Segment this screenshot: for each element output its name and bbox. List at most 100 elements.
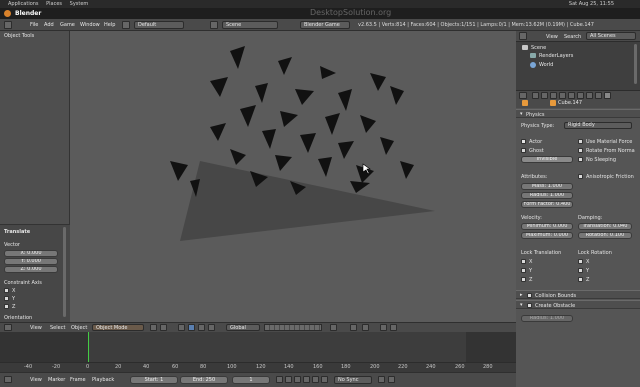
translate-z-field[interactable]: Z: 0.000 xyxy=(4,266,58,273)
end-frame-field[interactable]: End: 250 xyxy=(180,376,228,384)
menu-add[interactable]: Add xyxy=(44,22,54,28)
outliner-scrollbar[interactable] xyxy=(634,44,637,84)
jump-start-icon[interactable] xyxy=(276,376,283,383)
orientation-select[interactable]: Global xyxy=(226,324,260,331)
panel-scrollbar[interactable] xyxy=(63,227,66,317)
menu-view[interactable]: View xyxy=(30,377,42,383)
properties-editor-icon[interactable] xyxy=(519,92,527,99)
object-tab-icon[interactable] xyxy=(559,92,566,99)
outliner-filter-select[interactable]: All Scenes xyxy=(586,32,636,40)
3d-view-editor-icon[interactable] xyxy=(4,324,12,331)
opengl-render-icon[interactable] xyxy=(380,324,387,331)
velocity-maximum-field[interactable]: Maximum: 0.000 xyxy=(521,232,573,239)
menu-frame[interactable]: Frame xyxy=(70,377,86,383)
actor-checkbox[interactable] xyxy=(521,139,526,144)
lock-rotation-z-checkbox[interactable] xyxy=(578,277,583,282)
mode-select[interactable]: Object Mode xyxy=(92,324,144,331)
places-menu[interactable]: Places xyxy=(46,1,62,7)
snap-target-icon[interactable] xyxy=(362,324,369,331)
menu-view[interactable]: View xyxy=(30,325,42,331)
menu-playback[interactable]: Playback xyxy=(92,377,114,383)
translate-manipulator-icon[interactable] xyxy=(188,324,195,331)
physics-type-select[interactable]: Rigid Body xyxy=(564,122,632,129)
system-menu[interactable]: System xyxy=(70,1,89,7)
sync-select[interactable]: No Sync xyxy=(334,376,372,384)
rotate-manipulator-icon[interactable] xyxy=(198,324,205,331)
menu-select[interactable]: Select xyxy=(50,325,65,331)
play-icon[interactable] xyxy=(303,376,310,383)
world-tab-icon[interactable] xyxy=(550,92,557,99)
lock-translation-y-checkbox[interactable] xyxy=(521,268,526,273)
create-obstacle-panel-header[interactable]: ▾ Create Obstacle xyxy=(516,300,640,309)
jump-end-icon[interactable] xyxy=(321,376,328,383)
editor-type-icon[interactable] xyxy=(4,21,12,29)
outliner-editor-icon[interactable] xyxy=(519,32,527,40)
menu-marker[interactable]: Marker xyxy=(48,377,65,383)
menu-game[interactable]: Game xyxy=(60,22,75,28)
anisotropic-friction-checkbox[interactable] xyxy=(578,174,583,179)
3d-viewport[interactable] xyxy=(70,31,516,322)
create-obstacle-checkbox[interactable] xyxy=(527,303,532,308)
collision-bounds-panel-header[interactable]: ▸ Collision Bounds xyxy=(516,290,640,299)
record-icon[interactable] xyxy=(388,376,395,383)
shading-icon[interactable] xyxy=(150,324,157,331)
screen-layout-icon[interactable] xyxy=(122,21,130,29)
opengl-anim-icon[interactable] xyxy=(390,324,397,331)
render-tab-icon[interactable] xyxy=(532,92,539,99)
physics-panel-header[interactable]: ▾ Physics xyxy=(516,109,640,118)
mass-field[interactable]: Mass: 1.000 xyxy=(521,183,573,190)
form-factor-field[interactable]: Form Factor: 0.400 xyxy=(521,201,573,208)
translate-y-field[interactable]: Y: 0.000 xyxy=(4,258,58,265)
lock-rotation-x-checkbox[interactable] xyxy=(578,259,583,264)
layer-buttons[interactable] xyxy=(264,324,322,331)
current-frame-field[interactable]: 1 xyxy=(232,376,270,384)
outliner-menu-search[interactable]: Search xyxy=(564,34,581,40)
scene-icon[interactable] xyxy=(210,21,218,29)
prev-keyframe-icon[interactable] xyxy=(285,376,292,383)
ghost-checkbox[interactable] xyxy=(521,148,526,153)
object-tools-header[interactable]: Object Tools xyxy=(4,33,34,39)
scale-manipulator-icon[interactable] xyxy=(208,324,215,331)
physics-tab-icon[interactable] xyxy=(604,92,611,99)
snap-icon[interactable] xyxy=(350,324,357,331)
velocity-minimum-field[interactable]: Minimum: 0.000 xyxy=(521,223,573,230)
pivot-icon[interactable] xyxy=(160,324,167,331)
data-tab-icon[interactable] xyxy=(586,92,593,99)
screen-layout-select[interactable]: Default xyxy=(134,21,184,29)
lock-translation-z-checkbox[interactable] xyxy=(521,277,526,282)
outliner-menu-view[interactable]: View xyxy=(546,34,558,40)
damping-rotation-field[interactable]: Rotation: 0.100 xyxy=(578,232,632,239)
pin-icon[interactable] xyxy=(522,100,528,106)
outliner-item-scene[interactable]: Scene xyxy=(531,45,546,51)
collision-bounds-checkbox[interactable] xyxy=(527,293,532,298)
scene-tab-icon[interactable] xyxy=(541,92,548,99)
material-tab-icon[interactable] xyxy=(595,92,602,99)
translate-panel-title[interactable]: Translate xyxy=(4,229,30,235)
keying-icon[interactable] xyxy=(378,376,385,383)
timeline-editor-icon[interactable] xyxy=(4,376,12,383)
render-engine-select[interactable]: Blender Game xyxy=(300,21,350,29)
menu-object[interactable]: Object xyxy=(71,325,87,331)
start-frame-field[interactable]: Start: 1 xyxy=(130,376,178,384)
constraint-x-checkbox[interactable] xyxy=(4,288,9,293)
obstacle-radius-field[interactable]: Radius: 1.000 xyxy=(521,315,573,322)
constraint-z-checkbox[interactable] xyxy=(4,304,9,309)
outliner-item-world[interactable]: World xyxy=(539,62,553,68)
no-sleeping-checkbox[interactable] xyxy=(578,157,583,162)
menu-file[interactable]: File xyxy=(30,22,38,28)
lock-rotation-y-checkbox[interactable] xyxy=(578,268,583,273)
invisible-toggle[interactable]: Invisible xyxy=(521,156,573,163)
scene-select[interactable]: Scene xyxy=(222,21,278,29)
translate-x-field[interactable]: X: 0.000 xyxy=(4,250,58,257)
damping-translation-field[interactable]: Translation: 0.040 xyxy=(578,223,632,230)
outliner-item-renderlayers[interactable]: RenderLayers xyxy=(539,53,573,59)
constraint-y-checkbox[interactable] xyxy=(4,296,9,301)
radius-field[interactable]: Radius: 1.000 xyxy=(521,192,573,199)
use-material-force-checkbox[interactable] xyxy=(578,139,583,144)
manipulator-icon[interactable] xyxy=(178,324,185,331)
constraints-tab-icon[interactable] xyxy=(568,92,575,99)
menu-window[interactable]: Window xyxy=(80,22,100,28)
timeline[interactable]: -40 -20 0 20 40 60 80 100 120 140 160 18… xyxy=(0,332,516,372)
lock-layers-icon[interactable] xyxy=(330,324,337,331)
menu-help[interactable]: Help xyxy=(104,22,115,28)
